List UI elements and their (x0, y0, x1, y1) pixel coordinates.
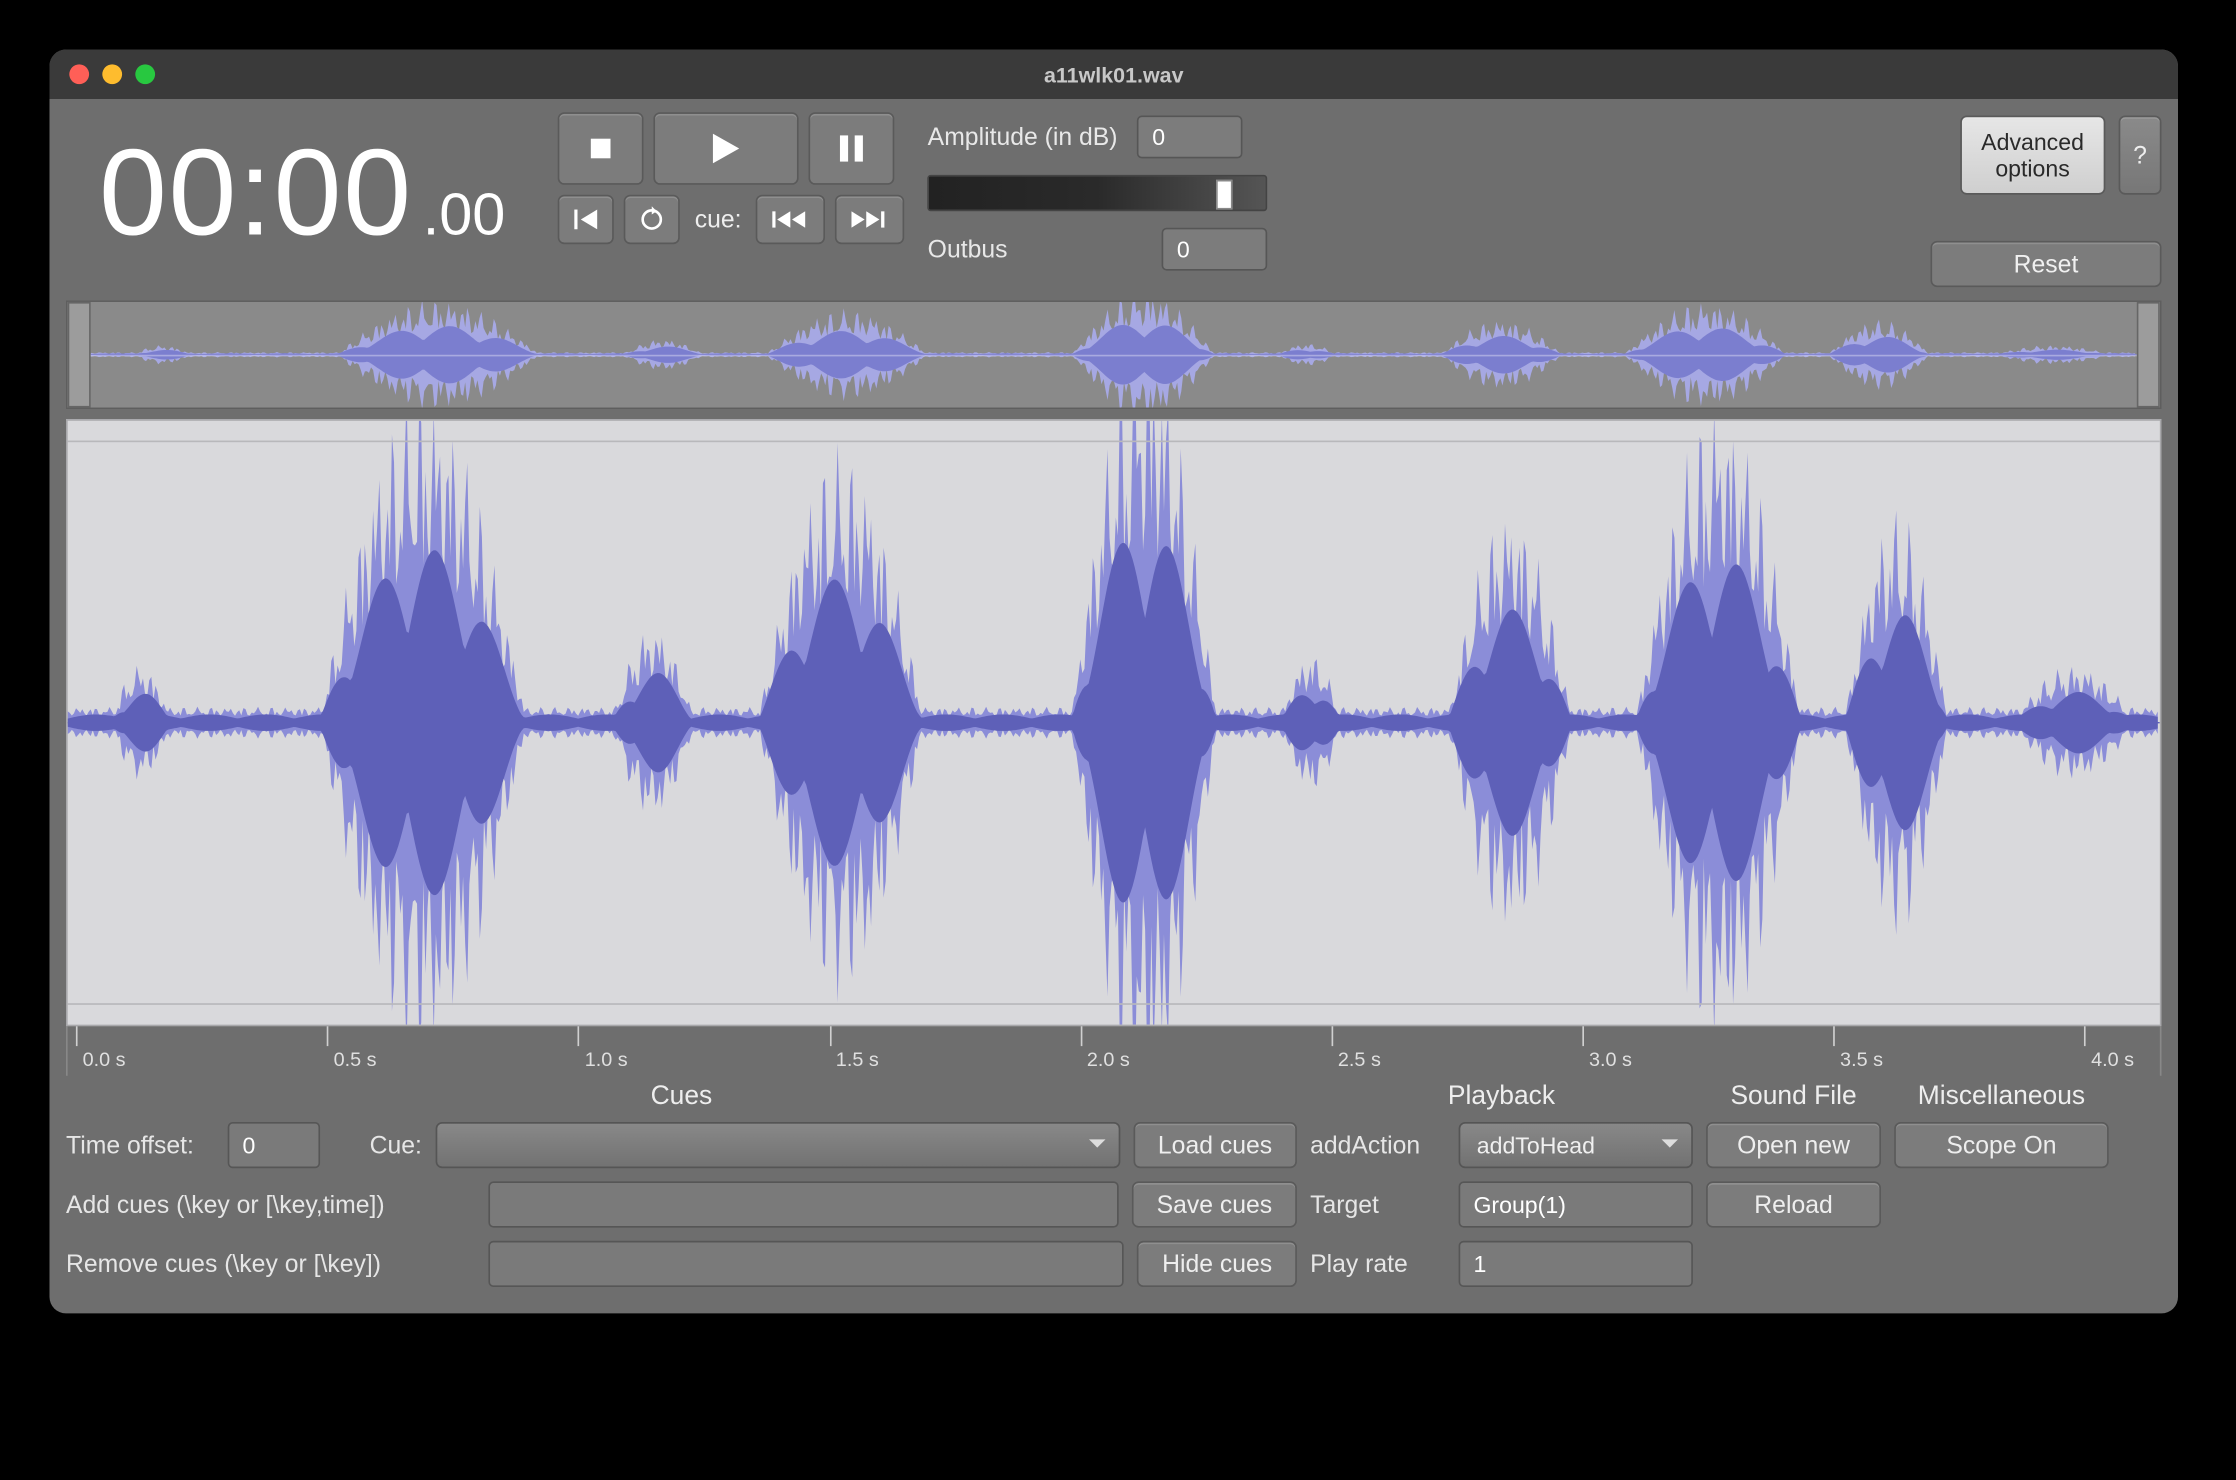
help-button[interactable]: ? (2119, 116, 2162, 195)
time-sub: .00 (423, 180, 506, 249)
reset-button[interactable]: Reset (1931, 241, 2162, 287)
time-offset-label: Time offset: (66, 1131, 215, 1159)
cues-panel: Time offset: 0 Cue: Load cues Add cues (… (66, 1122, 1297, 1287)
loop-button[interactable] (624, 195, 680, 245)
ruler-tick: 4.0 s (2085, 1026, 2135, 1076)
time-display: 00:00 .00 (66, 112, 518, 262)
overview-handle-right[interactable] (2137, 302, 2160, 408)
cue-nav-label: cue: (690, 195, 746, 245)
ruler-tick: 1.0 s (578, 1026, 628, 1076)
main-waveform[interactable] (66, 419, 2162, 1026)
target-input[interactable]: Group(1) (1459, 1181, 1693, 1227)
soundfile-panel: Open new Reload (1706, 1122, 1881, 1287)
open-new-button[interactable]: Open new (1706, 1122, 1881, 1168)
ruler-tick: 1.5 s (829, 1026, 879, 1076)
playrate-input[interactable]: 1 (1459, 1241, 1693, 1287)
advanced-options-button[interactable]: Advanced options (1960, 116, 2106, 195)
skip-to-start-button[interactable] (558, 195, 614, 245)
ruler-tick: 3.0 s (1582, 1026, 1632, 1076)
overview-handle-left[interactable] (68, 302, 91, 408)
time-main: 00:00 (99, 122, 413, 262)
outbus-value[interactable]: 0 (1162, 228, 1268, 271)
save-cues-button[interactable]: Save cues (1132, 1181, 1297, 1227)
section-playback-header: Playback (1310, 1082, 1693, 1112)
amplitude-label: Amplitude (in dB) (928, 123, 1118, 151)
section-soundfile-header: Sound File (1706, 1082, 1881, 1112)
time-ruler: 0.0 s 0.5 s 1.0 s 1.5 s 2.0 s 2.5 s 3.0 s 3.5 s… (66, 1026, 2162, 1076)
scope-on-button[interactable]: Scope On (1894, 1122, 2109, 1168)
window-title: a11wlk01.wav (50, 62, 2179, 87)
amplitude-slider-thumb[interactable] (1215, 180, 1232, 210)
overview-waveform[interactable] (66, 300, 2162, 409)
ruler-tick: 0.0 s (76, 1026, 126, 1076)
section-misc-header: Miscellaneous (1894, 1082, 2109, 1112)
outbus-label: Outbus (928, 235, 1142, 263)
addaction-dropdown[interactable]: addToHead (1459, 1122, 1693, 1168)
addaction-label: addAction (1310, 1131, 1445, 1159)
playback-panel: addAction addToHead Target Group(1) Play… (1310, 1122, 1693, 1287)
amplitude-slider[interactable] (928, 175, 1268, 211)
amplitude-value[interactable]: 0 (1137, 116, 1243, 159)
reload-button[interactable]: Reload (1706, 1181, 1881, 1227)
stop-button[interactable] (558, 112, 644, 185)
ruler-tick: 2.5 s (1331, 1026, 1381, 1076)
playrate-label: Play rate (1310, 1250, 1445, 1278)
remove-cues-input[interactable] (488, 1241, 1124, 1287)
remove-cues-label: Remove cues (\key or [\key]) (66, 1250, 475, 1278)
cue-select-label: Cue: (370, 1131, 422, 1159)
target-label: Target (1310, 1190, 1445, 1218)
ruler-tick: 3.5 s (1833, 1026, 1883, 1076)
main-wave-svg (68, 421, 2160, 1025)
hide-cues-button[interactable]: Hide cues (1137, 1241, 1297, 1287)
next-cue-button[interactable] (835, 195, 904, 245)
time-offset-input[interactable]: 0 (228, 1122, 320, 1168)
misc-panel: Scope On (1894, 1122, 2109, 1287)
add-cues-label: Add cues (\key or [\key,time]) (66, 1190, 475, 1218)
ruler-tick: 2.0 s (1080, 1026, 1130, 1076)
cue-dropdown[interactable] (435, 1122, 1120, 1168)
app-window: a11wlk01.wav 00:00 .00 (50, 50, 2179, 1314)
load-cues-button[interactable]: Load cues (1133, 1122, 1297, 1168)
play-button[interactable] (654, 112, 799, 185)
pause-button[interactable] (809, 112, 895, 185)
add-cues-input[interactable] (488, 1181, 1118, 1227)
prev-cue-button[interactable] (756, 195, 825, 245)
section-cues-header: Cues (66, 1082, 1297, 1112)
titlebar: a11wlk01.wav (50, 50, 2179, 100)
ruler-tick: 0.5 s (327, 1026, 377, 1076)
